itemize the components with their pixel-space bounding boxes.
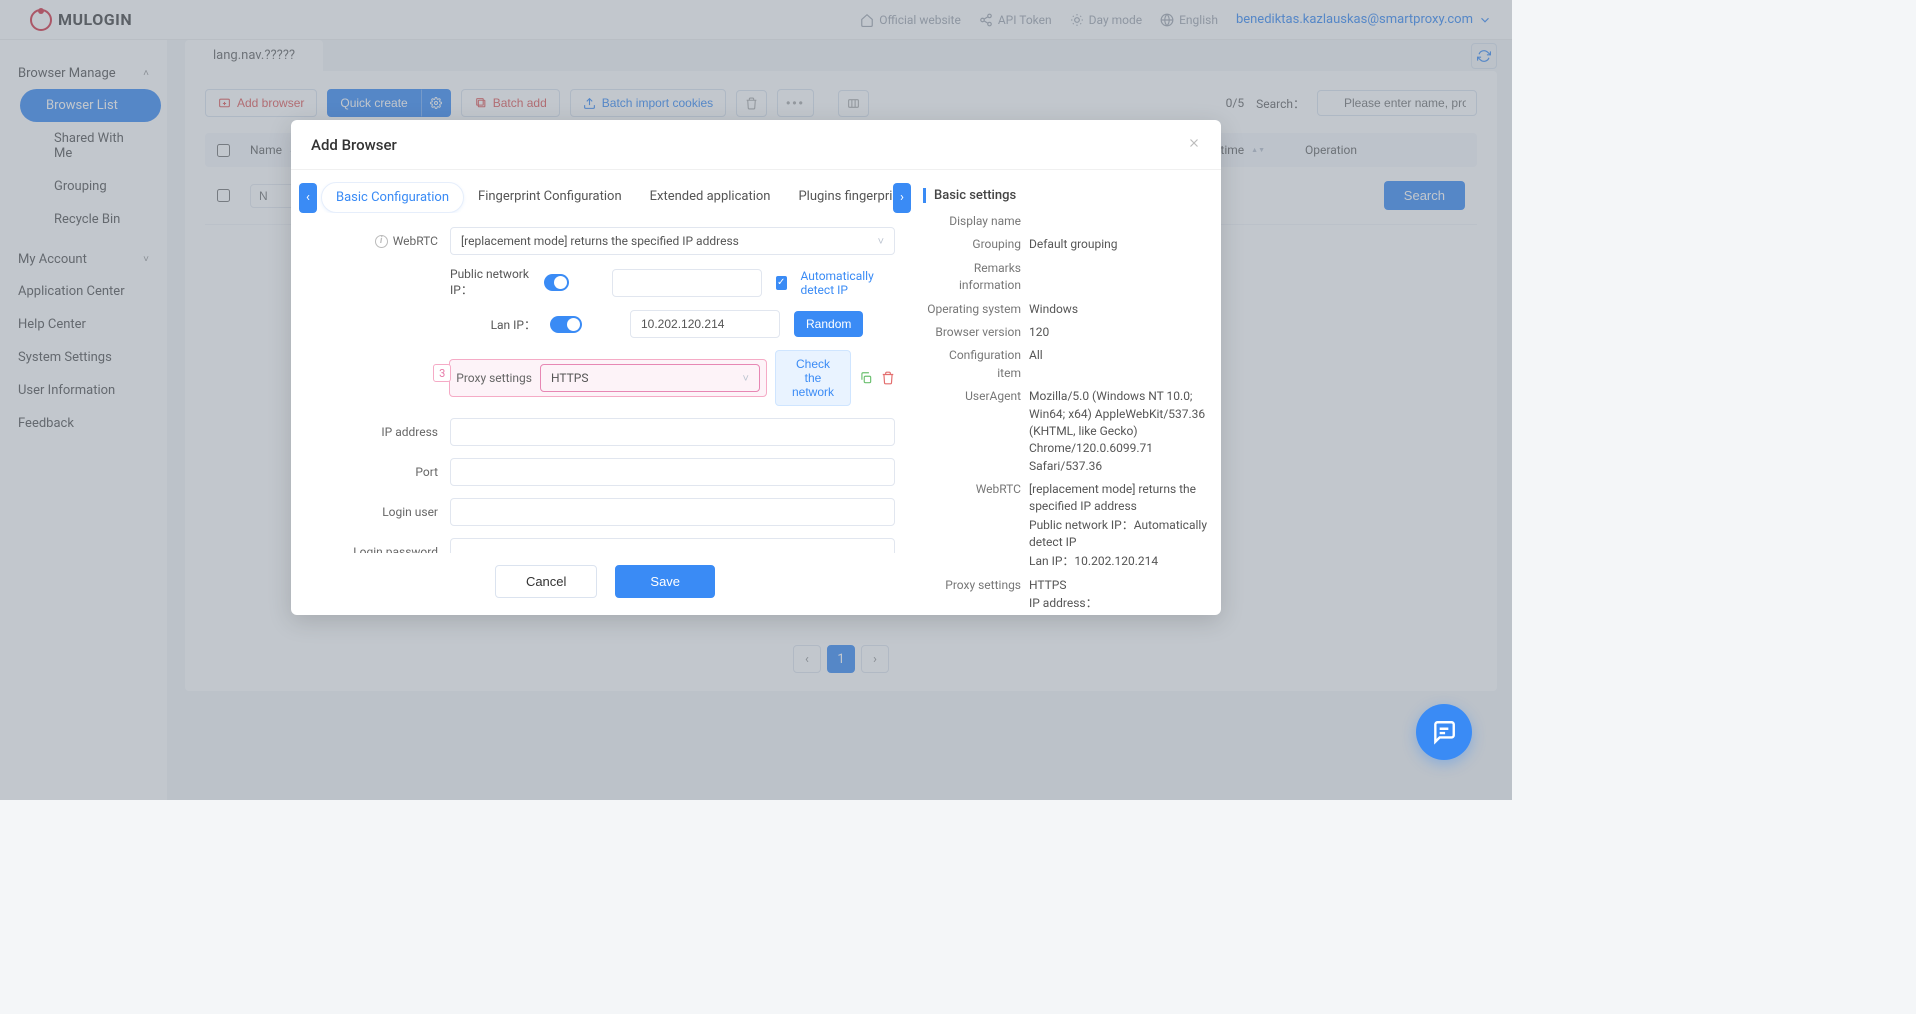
chevron-down-icon: ˅ — [878, 235, 884, 248]
summary-webrtc: WebRTC [replacement mode] returns the sp… — [923, 481, 1215, 571]
clear-button[interactable] — [881, 369, 895, 387]
summary-grouping: Grouping Default grouping — [923, 236, 1215, 253]
label-lan-ip: Lan IP： — [450, 316, 536, 333]
login-user-input[interactable] — [450, 498, 895, 526]
public-ip-toggle[interactable] — [544, 274, 568, 291]
row-webrtc: i WebRTC [replacement mode] returns the … — [315, 227, 895, 255]
proxy-type-select[interactable]: HTTPS ˅ — [540, 364, 760, 392]
lan-ip-random-button[interactable]: Random — [794, 311, 863, 337]
summary-basic-title: Basic settings — [923, 188, 1215, 203]
auto-detect-checkbox[interactable]: ✓ — [776, 276, 787, 290]
public-ip-input[interactable] — [612, 269, 762, 297]
tab-fingerprint-configuration[interactable]: Fingerprint Configuration — [464, 182, 636, 213]
summary-browser-version: Browser version 120 — [923, 324, 1215, 341]
row-port: Port — [315, 458, 895, 486]
proxy-type-value: HTTPS — [551, 371, 589, 385]
chevron-down-icon: ˅ — [743, 372, 749, 385]
ip-address-input[interactable] — [450, 418, 895, 446]
label-ip-address: IP address — [315, 425, 450, 439]
modal-footer: Cancel Save — [291, 553, 919, 615]
lan-ip-toggle[interactable] — [550, 316, 582, 333]
auto-detect-label: Automatically detect IP — [801, 269, 896, 297]
port-input[interactable] — [450, 458, 895, 486]
modal-tabs: ‹ Basic Configuration Fingerprint Config… — [291, 170, 919, 223]
summary-configuration-item: Configuration item All — [923, 347, 1215, 382]
label-webrtc: i WebRTC — [315, 234, 450, 248]
summary-display-name: Display name — [923, 213, 1215, 230]
summary-proxy: Proxy settings HTTPS IP address： Port： L… — [923, 577, 1215, 615]
cancel-button[interactable]: Cancel — [495, 565, 597, 598]
row-ip-address: IP address — [315, 418, 895, 446]
info-icon[interactable]: i — [375, 235, 388, 248]
label-port: Port — [315, 465, 450, 479]
login-password-input[interactable] — [450, 538, 895, 553]
close-icon — [1187, 136, 1201, 150]
label-public-ip: Public network IP： — [450, 267, 530, 298]
webrtc-select[interactable]: [replacement mode] returns the specified… — [450, 227, 895, 255]
label-login-user: Login user — [315, 505, 450, 519]
tabs-next-button[interactable]: › — [893, 183, 911, 213]
tab-basic-configuration[interactable]: Basic Configuration — [321, 182, 464, 213]
modal-summary-pane: Basic settings Display name Grouping Def… — [919, 170, 1221, 615]
modal-header: Add Browser — [291, 120, 1221, 170]
save-button[interactable]: Save — [615, 565, 715, 598]
tabs-prev-button[interactable]: ‹ — [299, 183, 317, 213]
add-browser-modal: Add Browser ‹ Basic Configuration Finger… — [291, 120, 1221, 615]
check-network-button[interactable]: Check the network — [775, 350, 851, 406]
summary-remarks: Remarks information — [923, 260, 1215, 295]
modal-tab-items: Basic Configuration Fingerprint Configur… — [317, 182, 893, 213]
row-public-ip: Public network IP： ✓ Automatically detec… — [315, 267, 895, 298]
row-proxy-settings: 3 Proxy settings HTTPS ˅ Check the netwo… — [315, 350, 895, 406]
tab-plugins-fingerprint[interactable]: Plugins fingerprint — [784, 182, 893, 213]
modal-left-pane: ‹ Basic Configuration Fingerprint Config… — [291, 170, 919, 615]
tab-extended-application[interactable]: Extended application — [636, 182, 785, 213]
label-login-password: Login password — [315, 545, 450, 553]
summary-user-agent: UserAgent Mozilla/5.0 (Windows NT 10.0; … — [923, 388, 1215, 475]
proxy-highlight-box: 3 Proxy settings HTTPS ˅ — [449, 359, 767, 397]
proxy-settings-label: Proxy settings — [456, 371, 532, 385]
modal-close-button[interactable] — [1187, 134, 1201, 155]
row-lan-ip: Lan IP： Random — [315, 310, 895, 338]
modal-body: ‹ Basic Configuration Fingerprint Config… — [291, 170, 1221, 615]
lan-ip-input[interactable] — [630, 310, 780, 338]
modal-title: Add Browser — [311, 136, 397, 154]
support-chat-button[interactable] — [1416, 704, 1472, 760]
form-area: i WebRTC [replacement mode] returns the … — [291, 223, 919, 553]
webrtc-select-value: [replacement mode] returns the specified… — [461, 234, 739, 248]
row-login-user: Login user — [315, 498, 895, 526]
summary-os: Operating system Windows — [923, 301, 1215, 318]
step-badge: 3 — [433, 364, 451, 382]
chat-icon — [1431, 719, 1457, 745]
row-login-password: Login password — [315, 538, 895, 553]
copy-button[interactable] — [859, 369, 873, 387]
trash-icon — [881, 371, 895, 385]
copy-icon — [859, 371, 873, 385]
